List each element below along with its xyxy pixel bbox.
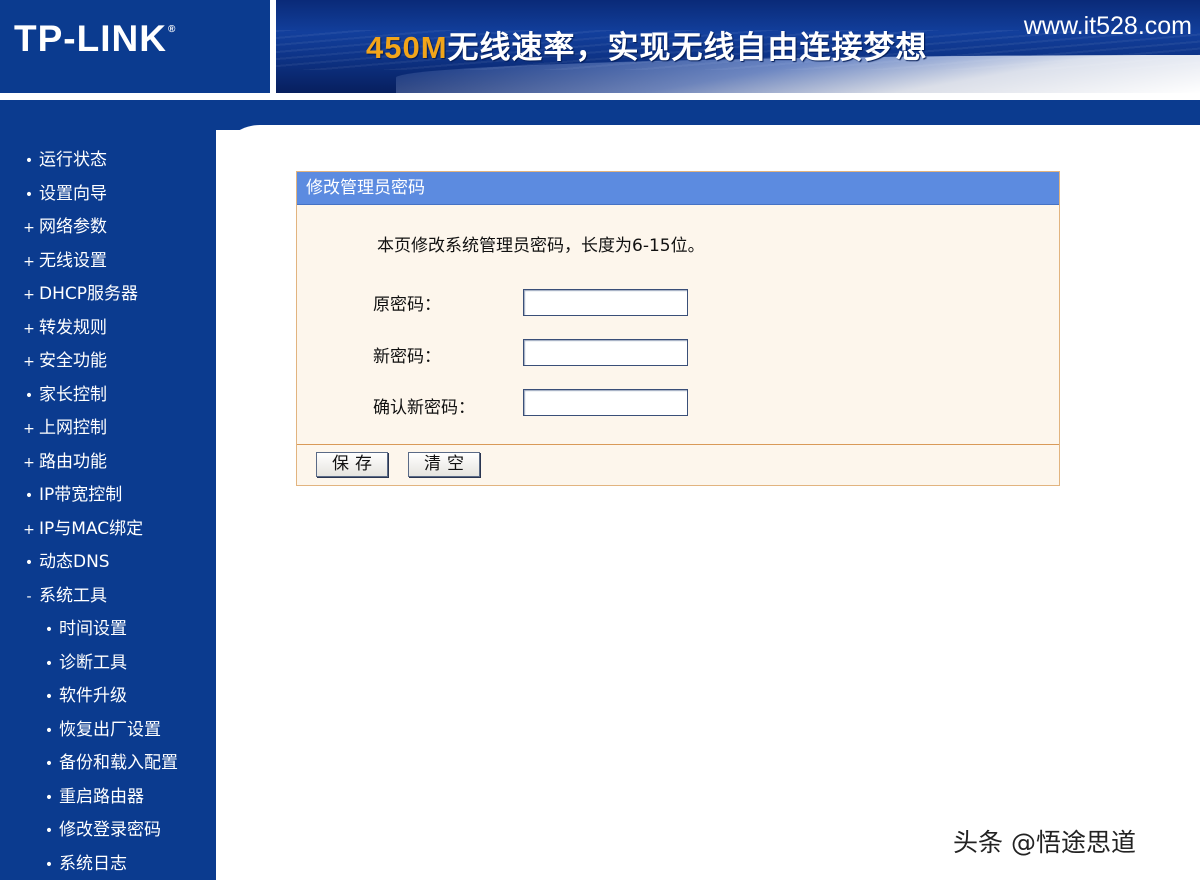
- sidebar-item-access-control[interactable]: + 上网控制: [0, 415, 216, 449]
- sidebar-subitem-factory-reset[interactable]: • 恢复出厂设置: [0, 717, 216, 751]
- bullet-icon: •: [44, 655, 54, 672]
- sidebar-subitem-backup[interactable]: • 备份和载入配置: [0, 750, 216, 784]
- sidebar-item-label: 软件升级: [59, 686, 127, 706]
- sidebar-item-label: 设置向导: [39, 183, 107, 204]
- sidebar-subitem-change-password[interactable]: • 修改登录密码: [0, 817, 216, 851]
- bullet-icon: •: [44, 689, 54, 705]
- sidebar-subitem-time[interactable]: • 时间设置: [0, 616, 216, 650]
- bullet-icon: •: [24, 555, 34, 571]
- sidebar-item-ddns[interactable]: • 动态DNS: [0, 549, 216, 583]
- expand-icon: +: [23, 454, 35, 471]
- header: TP-LINK® 450M无线速率，实现无线自由连接梦想 www.it528.c…: [0, 0, 1200, 95]
- sidebar-item-label: 修改登录密码: [59, 820, 161, 840]
- sidebar-item-forwarding[interactable]: + 转发规则: [0, 315, 216, 349]
- sidebar-subitem-system-log[interactable]: • 系统日志: [0, 851, 216, 880]
- sidebar-item-label: 系统工具: [39, 585, 107, 606]
- clear-button[interactable]: 清空: [408, 452, 480, 477]
- bullet-icon: •: [24, 153, 34, 169]
- header-banner: 450M无线速率，实现无线自由连接梦想 www.it528.com: [276, 0, 1200, 93]
- sidebar-item-label: 系统日志: [59, 853, 127, 874]
- sidebar-item-label: IP与MAC绑定: [39, 518, 144, 539]
- sidebar-menu: • 运行状态 • 设置向导 + 网络参数 + 无线设置 + DHCP服务器 + 转发规则 +…: [0, 147, 216, 880]
- sidebar-item-label: 运行状态: [39, 150, 107, 170]
- sidebar-item-run-status[interactable]: • 运行状态: [0, 147, 216, 181]
- sidebar-item-setup-wizard[interactable]: • 设置向导: [0, 181, 216, 215]
- panel-title: 修改管理员密码: [297, 172, 1059, 205]
- logo-text: TP-LINK®: [14, 18, 176, 60]
- sidebar-subitem-firmware[interactable]: • 软件升级: [0, 683, 216, 717]
- logo: TP-LINK®: [0, 0, 270, 93]
- sidebar: • 运行状态 • 设置向导 + 网络参数 + 无线设置 + DHCP服务器 + 转发规则 +…: [0, 100, 216, 880]
- sidebar-item-parental-control[interactable]: • 家长控制: [0, 382, 216, 416]
- collapse-icon: -: [26, 588, 32, 605]
- sidebar-item-label: 无线设置: [39, 250, 107, 271]
- sidebar-item-routing[interactable]: + 路由功能: [0, 449, 216, 483]
- new-password-input[interactable]: [523, 339, 688, 366]
- registered-mark: ®: [167, 24, 177, 35]
- sidebar-subitem-diagnostics[interactable]: • 诊断工具: [0, 650, 216, 684]
- expand-icon: +: [23, 287, 35, 303]
- sidebar-item-dhcp[interactable]: + DHCP服务器: [0, 281, 216, 315]
- sidebar-item-label: 重启路由器: [59, 786, 144, 807]
- banner-slogan: 450M无线速率，实现无线自由连接梦想: [366, 22, 928, 67]
- bullet-icon: •: [44, 722, 54, 739]
- sidebar-item-ip-mac-binding[interactable]: + IP与MAC绑定: [0, 516, 216, 550]
- confirm-password-input[interactable]: [523, 389, 688, 416]
- panel-divider: [297, 444, 1059, 445]
- expand-icon: +: [23, 253, 35, 270]
- old-password-input[interactable]: [523, 289, 688, 316]
- credit-watermark: 头条 @悟途思道: [953, 828, 1136, 857]
- expand-icon: +: [23, 421, 35, 437]
- confirm-password-label: 确认新密码：: [373, 398, 475, 418]
- sidebar-item-label: 时间设置: [59, 619, 127, 639]
- slogan-text: 无线速率，实现无线自由连接梦想: [447, 30, 928, 66]
- sidebar-item-label: 诊断工具: [59, 652, 127, 673]
- sidebar-item-label: 恢复出厂设置: [59, 719, 161, 740]
- expand-icon: +: [23, 220, 35, 236]
- bullet-icon: •: [44, 622, 54, 638]
- bullet-icon: •: [24, 186, 34, 203]
- sidebar-item-label: 网络参数: [39, 217, 107, 237]
- sidebar-item-label: IP带宽控制: [39, 485, 123, 505]
- bullet-icon: •: [44, 856, 54, 873]
- logo-wordmark: TP-LINK: [14, 18, 167, 59]
- expand-icon: +: [23, 521, 35, 538]
- sidebar-item-label: 动态DNS: [39, 552, 110, 572]
- old-password-label: 原密码：: [373, 295, 441, 315]
- expand-icon: +: [23, 354, 35, 370]
- save-button[interactable]: 保存: [316, 452, 388, 477]
- sidebar-item-label: 路由功能: [39, 451, 107, 472]
- sidebar-item-network[interactable]: + 网络参数: [0, 214, 216, 248]
- bullet-icon: •: [24, 488, 34, 504]
- site-watermark: www.it528.com: [1023, 12, 1192, 40]
- sidebar-item-label: 转发规则: [39, 317, 107, 338]
- change-password-panel: 修改管理员密码 本页修改系统管理员密码，长度为6-15位。 原密码： 新密码： …: [296, 171, 1060, 486]
- sidebar-item-label: 安全功能: [39, 351, 107, 371]
- sidebar-item-security[interactable]: + 安全功能: [0, 348, 216, 382]
- panel-description: 本页修改系统管理员密码，长度为6-15位。: [377, 236, 705, 256]
- bullet-icon: •: [44, 789, 54, 806]
- bullet-icon: •: [44, 756, 54, 772]
- sidebar-item-label: 上网控制: [39, 418, 107, 438]
- sidebar-item-bandwidth[interactable]: • IP带宽控制: [0, 482, 216, 516]
- slogan-speed: 450M: [366, 30, 448, 65]
- expand-icon: +: [23, 320, 35, 337]
- sidebar-item-system-tools[interactable]: - 系统工具: [0, 583, 216, 617]
- sidebar-item-label: DHCP服务器: [39, 284, 138, 304]
- sidebar-item-label: 备份和载入配置: [59, 753, 178, 773]
- sidebar-item-label: 家长控制: [39, 384, 107, 405]
- bullet-icon: •: [44, 823, 54, 839]
- new-password-label: 新密码：: [373, 347, 441, 367]
- sidebar-item-wireless[interactable]: + 无线设置: [0, 248, 216, 282]
- sidebar-subitem-reboot[interactable]: • 重启路由器: [0, 784, 216, 818]
- bullet-icon: •: [24, 387, 34, 404]
